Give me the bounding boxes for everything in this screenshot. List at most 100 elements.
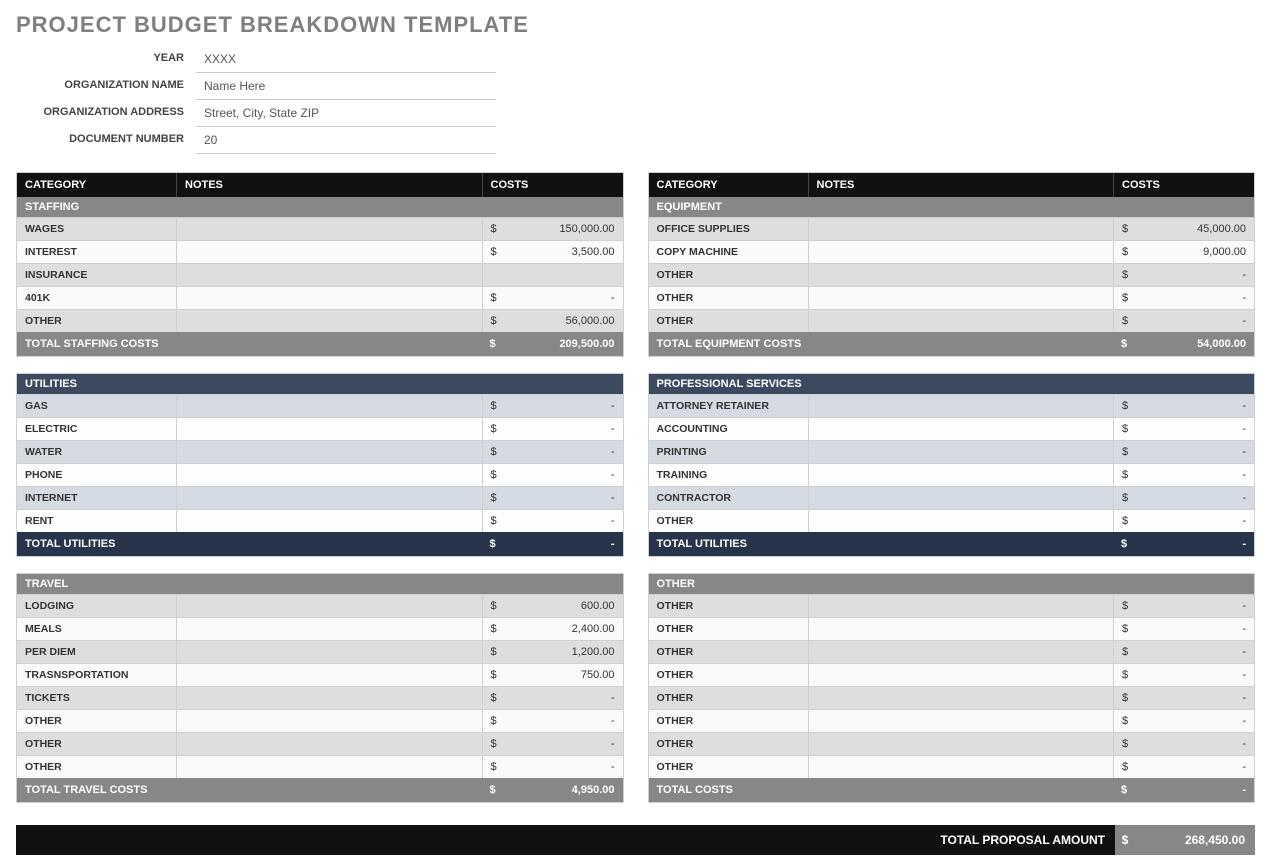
- row-amount[interactable]: -: [503, 487, 623, 509]
- row-notes[interactable]: [809, 664, 1115, 686]
- info-addr-value[interactable]: Street, City, State ZIP: [196, 100, 496, 127]
- row-amount[interactable]: -: [1134, 756, 1254, 778]
- row-amount[interactable]: -: [503, 687, 623, 709]
- row-notes[interactable]: [809, 710, 1115, 732]
- row-notes[interactable]: [809, 733, 1115, 755]
- row-notes[interactable]: [177, 618, 483, 640]
- row-notes[interactable]: [809, 264, 1115, 286]
- row-amount[interactable]: 45,000.00: [1134, 218, 1254, 240]
- row-amount[interactable]: [503, 264, 623, 286]
- row-notes[interactable]: [177, 241, 483, 263]
- row-amount[interactable]: -: [1134, 464, 1254, 486]
- row-notes[interactable]: [177, 733, 483, 755]
- row-amount[interactable]: -: [503, 756, 623, 778]
- row-notes[interactable]: [809, 618, 1115, 640]
- info-org-value[interactable]: Name Here: [196, 73, 496, 100]
- row-amount[interactable]: -: [503, 733, 623, 755]
- table-row: CONTRACTOR$-: [649, 486, 1255, 509]
- row-amount[interactable]: -: [1134, 287, 1254, 309]
- row-amount[interactable]: 750.00: [503, 664, 623, 686]
- table-row: GAS$-: [17, 394, 623, 417]
- row-notes[interactable]: [809, 756, 1115, 778]
- row-notes[interactable]: [177, 464, 483, 486]
- row-amount[interactable]: 56,000.00: [503, 310, 623, 332]
- row-amount[interactable]: -: [1134, 595, 1254, 617]
- row-amount[interactable]: -: [1134, 733, 1254, 755]
- table-row: OTHER$-: [649, 640, 1255, 663]
- row-currency-symbol: $: [1114, 264, 1134, 286]
- row-amount[interactable]: 1,200.00: [503, 641, 623, 663]
- row-notes[interactable]: [177, 218, 483, 240]
- row-amount[interactable]: 600.00: [503, 595, 623, 617]
- info-doc-value[interactable]: 20: [196, 127, 496, 154]
- row-notes[interactable]: [809, 395, 1115, 417]
- row-notes[interactable]: [809, 487, 1115, 509]
- row-amount[interactable]: -: [503, 464, 623, 486]
- grand-total-row: TOTAL PROPOSAL AMOUNT $ 268,450.00: [16, 825, 1255, 855]
- row-notes[interactable]: [809, 418, 1115, 440]
- row-notes[interactable]: [809, 287, 1115, 309]
- table-row: TRASNSPORTATION$750.00: [17, 663, 623, 686]
- row-notes[interactable]: [809, 464, 1115, 486]
- row-notes[interactable]: [177, 756, 483, 778]
- row-currency-symbol: $: [1114, 618, 1134, 640]
- row-amount[interactable]: -: [1134, 441, 1254, 463]
- row-amount[interactable]: -: [1134, 618, 1254, 640]
- row-label: ACCOUNTING: [649, 418, 809, 440]
- row-amount[interactable]: -: [1134, 395, 1254, 417]
- row-amount[interactable]: -: [1134, 710, 1254, 732]
- row-amount[interactable]: -: [503, 395, 623, 417]
- row-amount[interactable]: -: [1134, 310, 1254, 332]
- table-row: OTHER$-: [649, 263, 1255, 286]
- row-notes[interactable]: [809, 687, 1115, 709]
- row-notes[interactable]: [177, 595, 483, 617]
- row-label: OTHER: [649, 310, 809, 332]
- info-org-label: ORGANIZATION NAME: [16, 73, 196, 100]
- row-notes[interactable]: [809, 241, 1115, 263]
- row-notes[interactable]: [809, 510, 1115, 532]
- row-notes[interactable]: [177, 418, 483, 440]
- row-label: OTHER: [17, 310, 177, 332]
- row-notes[interactable]: [809, 441, 1115, 463]
- row-amount[interactable]: -: [503, 710, 623, 732]
- row-amount[interactable]: -: [503, 510, 623, 532]
- row-notes[interactable]: [177, 710, 483, 732]
- row-amount[interactable]: -: [1134, 510, 1254, 532]
- info-doc-label: DOCUMENT NUMBER: [16, 127, 196, 154]
- row-amount[interactable]: 150,000.00: [503, 218, 623, 240]
- row-currency-symbol: $: [483, 310, 503, 332]
- row-notes[interactable]: [177, 310, 483, 332]
- row-notes[interactable]: [809, 310, 1115, 332]
- row-label: 401K: [17, 287, 177, 309]
- row-notes[interactable]: [177, 510, 483, 532]
- row-notes[interactable]: [177, 287, 483, 309]
- row-amount[interactable]: 9,000.00: [1134, 241, 1254, 263]
- row-amount[interactable]: -: [503, 418, 623, 440]
- row-notes[interactable]: [177, 641, 483, 663]
- row-notes[interactable]: [177, 264, 483, 286]
- row-notes[interactable]: [809, 218, 1115, 240]
- row-notes[interactable]: [177, 395, 483, 417]
- row-amount[interactable]: 3,500.00: [503, 241, 623, 263]
- row-notes[interactable]: [177, 664, 483, 686]
- row-currency-symbol: $: [1114, 664, 1134, 686]
- row-amount[interactable]: -: [1134, 264, 1254, 286]
- row-notes[interactable]: [177, 441, 483, 463]
- row-amount[interactable]: -: [1134, 687, 1254, 709]
- row-notes[interactable]: [177, 487, 483, 509]
- row-amount[interactable]: -: [1134, 418, 1254, 440]
- row-notes[interactable]: [177, 687, 483, 709]
- table-row: OTHER$-: [649, 755, 1255, 778]
- row-amount[interactable]: -: [1134, 664, 1254, 686]
- row-amount[interactable]: 2,400.00: [503, 618, 623, 640]
- row-notes[interactable]: [809, 641, 1115, 663]
- budget-section: TRAVELLODGING$600.00MEALS$2,400.00PER DI…: [16, 573, 624, 803]
- row-amount[interactable]: -: [503, 441, 623, 463]
- row-amount[interactable]: -: [503, 287, 623, 309]
- row-notes[interactable]: [809, 595, 1115, 617]
- info-year-value[interactable]: XXXX: [196, 46, 496, 73]
- row-label: COPY MACHINE: [649, 241, 809, 263]
- row-amount[interactable]: -: [1134, 641, 1254, 663]
- row-amount[interactable]: -: [1134, 487, 1254, 509]
- row-currency-symbol: $: [483, 710, 503, 732]
